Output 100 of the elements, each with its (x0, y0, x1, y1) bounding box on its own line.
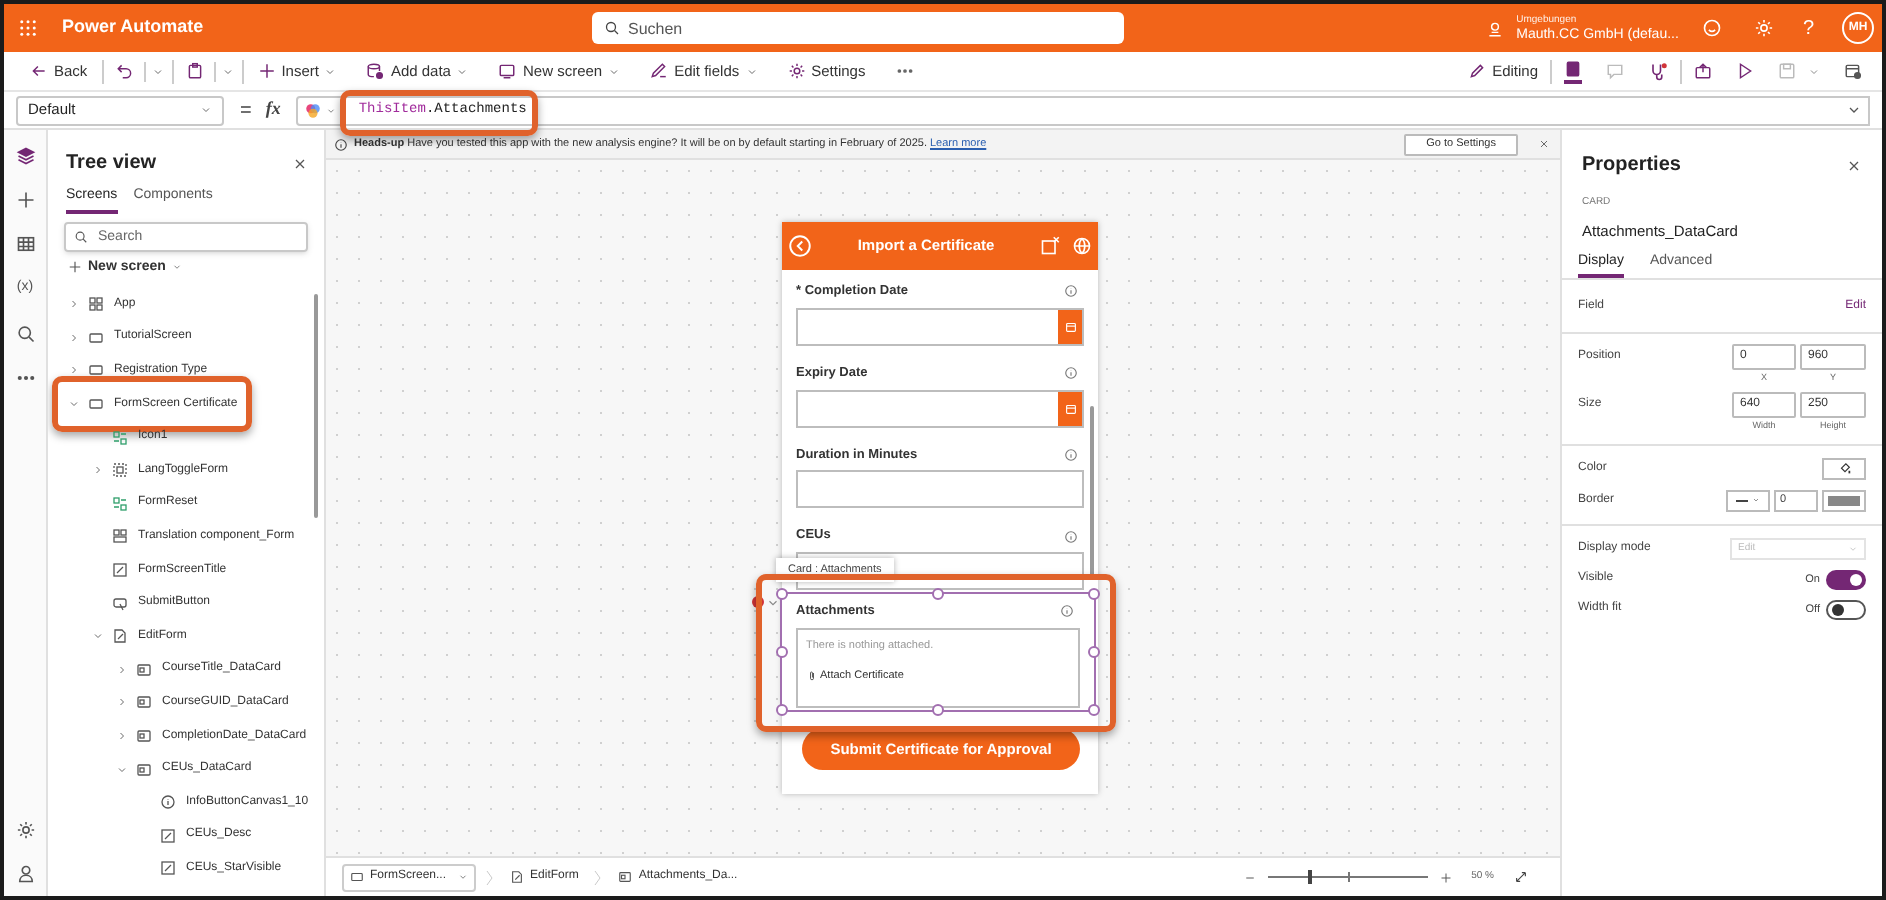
search-icon[interactable] (15, 323, 35, 343)
card-icon (618, 870, 633, 884)
search-icon (604, 20, 620, 36)
paint-bucket-icon (1837, 461, 1851, 476)
calendar-button[interactable] (1058, 309, 1082, 344)
border-style-dropdown[interactable] (1726, 489, 1770, 512)
database-icon (366, 62, 385, 80)
app-checker-tab[interactable] (1564, 59, 1582, 83)
chevron-down-icon (171, 262, 182, 273)
icon-control-icon (112, 495, 128, 512)
screen-icon (498, 62, 517, 80)
text-input[interactable] (796, 470, 1084, 509)
app-icon (88, 296, 104, 313)
notebook-icon (1564, 59, 1582, 77)
card-icon (136, 761, 152, 778)
calendar-icon (1063, 319, 1077, 334)
info-icon[interactable] (1060, 604, 1074, 619)
function-icon: fx (265, 96, 281, 124)
back-arrow-icon (30, 62, 48, 80)
plus-icon[interactable] (1439, 871, 1452, 883)
resize-handle[interactable] (1088, 646, 1100, 658)
search-field[interactable]: Suchen (592, 12, 1124, 44)
chevron-down-icon (456, 65, 469, 77)
info-icon (334, 137, 348, 151)
gear-icon (787, 62, 806, 80)
resize-handle[interactable] (776, 704, 788, 716)
chevron-down-icon (608, 65, 621, 77)
calendar-button[interactable] (1058, 391, 1082, 425)
info-icon[interactable] (1064, 447, 1078, 462)
app-title: Power Automate (62, 14, 204, 41)
label-icon (160, 827, 176, 844)
close-icon[interactable] (292, 155, 308, 171)
person-icon[interactable] (15, 864, 35, 884)
globe-icon[interactable] (1072, 236, 1092, 256)
resize-handle[interactable] (932, 588, 944, 600)
publish-icon[interactable] (1844, 62, 1862, 80)
slider-thumb[interactable] (1307, 870, 1312, 884)
resize-handle[interactable] (932, 704, 944, 716)
resize-handle[interactable] (1088, 704, 1100, 716)
resize-handle[interactable] (776, 588, 788, 600)
minus-icon[interactable] (1243, 871, 1256, 883)
back-icon[interactable] (788, 234, 812, 258)
paperclip-icon (806, 670, 818, 683)
card-icon (136, 694, 152, 711)
form-icon (112, 628, 128, 645)
calendar-icon (1063, 401, 1077, 415)
button-icon (112, 595, 128, 612)
date-picker[interactable] (796, 307, 1084, 346)
environment-icon[interactable] (1486, 19, 1505, 37)
feedback-icon[interactable] (1702, 18, 1723, 38)
app-launcher-icon[interactable] (18, 18, 38, 38)
pencil-icon (1468, 62, 1487, 80)
toggle-switch[interactable] (1826, 599, 1866, 620)
border-color-swatch[interactable] (1822, 489, 1866, 512)
component-icon (112, 528, 128, 545)
copilot-icon (304, 101, 323, 119)
equals-sign: = (240, 97, 252, 125)
layers-icon[interactable] (15, 146, 35, 166)
form-icon (510, 870, 525, 884)
expand-icon[interactable] (1514, 870, 1528, 884)
chevron-down-icon (200, 104, 212, 116)
info-icon[interactable] (1064, 529, 1078, 544)
date-picker[interactable] (796, 389, 1084, 427)
label-icon (112, 562, 128, 579)
table-icon[interactable] (15, 234, 35, 254)
play-icon[interactable] (1736, 62, 1754, 80)
toggle-switch[interactable] (1826, 569, 1866, 590)
chevron-down-icon (745, 65, 758, 77)
card-icon (136, 728, 152, 745)
info-icon[interactable] (1064, 366, 1078, 381)
share-icon[interactable] (1694, 62, 1712, 80)
plus-icon (257, 62, 276, 80)
chevron-down-icon (326, 105, 337, 115)
copilot-button[interactable] (296, 95, 345, 125)
settings-icon[interactable] (15, 820, 35, 840)
pen-icon (650, 62, 669, 80)
color-picker-button[interactable] (1822, 457, 1866, 480)
plus-icon (68, 260, 82, 275)
popout-icon[interactable] (1040, 236, 1060, 256)
resize-handle[interactable] (1088, 588, 1100, 600)
plus-icon[interactable] (15, 190, 35, 210)
paste-icon[interactable] (185, 62, 204, 80)
info-icon (160, 794, 176, 811)
panel-title: Tree view (66, 150, 157, 178)
search-icon (74, 229, 88, 243)
chevron-down-icon (458, 872, 469, 882)
screen-icon (350, 870, 364, 884)
panel-title: Properties (1582, 152, 1681, 180)
chevron-down-icon (324, 65, 337, 77)
close-icon[interactable] (1846, 157, 1862, 173)
info-icon[interactable] (1064, 284, 1078, 299)
chevron-down-icon (1848, 543, 1858, 554)
group-icon (112, 462, 128, 479)
stethoscope-icon[interactable] (1648, 61, 1668, 81)
label-icon (160, 860, 176, 877)
close-icon[interactable] (1538, 138, 1550, 150)
icon-control-icon (112, 429, 128, 446)
card-icon (136, 661, 152, 678)
undo-icon[interactable] (115, 62, 134, 80)
resize-handle[interactable] (776, 646, 788, 658)
